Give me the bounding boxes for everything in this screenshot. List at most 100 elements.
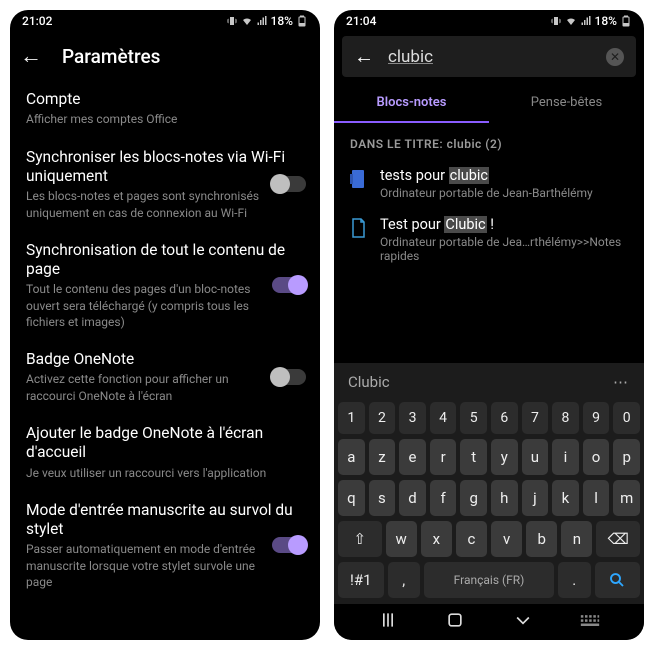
status-time: 21:02 <box>22 14 52 28</box>
result-sub: Ordinateur portable de Jean-Barthélémy <box>380 186 593 200</box>
wifi-icon <box>565 15 577 27</box>
dot-key[interactable]: . <box>558 562 591 598</box>
wifi-icon <box>241 15 253 27</box>
key-f[interactable]: f <box>430 480 457 516</box>
phone-settings: 21:02 18% ← Paramètres Compte Afficher m… <box>10 10 320 640</box>
back-icon[interactable]: ← <box>354 44 374 69</box>
setting-row[interactable]: Aide et support Obtenir de l'aide sur l'… <box>26 600 304 604</box>
vibrate-icon <box>550 15 562 27</box>
page-title: Paramètres <box>62 45 160 68</box>
key-4[interactable]: 4 <box>430 402 457 434</box>
setting-row[interactable]: Synchronisation de tout le contenu de pa… <box>26 231 304 340</box>
key-j[interactable]: j <box>522 480 549 516</box>
nav-bar <box>334 604 644 640</box>
key-u[interactable]: u <box>522 439 549 475</box>
key-7[interactable]: 7 <box>522 402 549 434</box>
toggle-switch[interactable] <box>272 537 306 553</box>
result-sub: Ordinateur portable de Jea…rthélémy>>Not… <box>380 235 628 263</box>
setting-title: Ajouter le badge OneNote à l'écran d'acc… <box>26 424 304 463</box>
back-icon[interactable]: ← <box>20 43 42 69</box>
setting-row[interactable]: Ajouter le badge OneNote à l'écran d'acc… <box>26 414 304 491</box>
setting-sub: Passer automatiquement en mode d'entrée … <box>26 541 271 590</box>
key-d[interactable]: d <box>399 480 426 516</box>
key-o[interactable]: o <box>583 439 610 475</box>
key-6[interactable]: 6 <box>491 402 518 434</box>
key-x[interactable]: x <box>421 521 452 557</box>
key-p[interactable]: p <box>613 439 640 475</box>
key-e[interactable]: e <box>399 439 426 475</box>
phone-search: 21:04 18% ← clubic ✕ Blocs-notes Pense-b… <box>334 10 644 640</box>
setting-sub: Activez cette fonction pour afficher un … <box>26 371 271 403</box>
key-8[interactable]: 8 <box>552 402 579 434</box>
setting-row[interactable]: Mode d'entrée manuscrite au survol du st… <box>26 491 304 600</box>
key-5[interactable]: 5 <box>460 402 487 434</box>
key-w[interactable]: w <box>386 521 417 557</box>
key-i[interactable]: i <box>552 439 579 475</box>
key-l[interactable]: l <box>583 480 610 516</box>
setting-title: Synchroniser les blocs-notes via Wi-Fi u… <box>26 148 304 187</box>
recents-button[interactable] <box>378 610 398 634</box>
nav-bar <box>10 604 320 640</box>
clear-icon[interactable]: ✕ <box>606 48 624 66</box>
space-key[interactable]: Français (FR) <box>424 562 554 598</box>
key-g[interactable]: g <box>460 480 487 516</box>
key-k[interactable]: k <box>552 480 579 516</box>
toggle-switch[interactable] <box>272 369 306 385</box>
key-n[interactable]: n <box>561 521 592 557</box>
kbd-more-icon[interactable]: ⋯ <box>613 373 630 391</box>
setting-sub: Tout le contenu des pages d'un bloc-note… <box>26 281 271 330</box>
tab-notebooks[interactable]: Blocs-notes <box>334 83 489 123</box>
key-s[interactable]: s <box>369 480 396 516</box>
symbols-key[interactable]: !#1 <box>338 562 384 598</box>
search-bar[interactable]: ← clubic ✕ <box>342 36 636 77</box>
keyboard[interactable]: Clubic ⋯ 1234567890 azertyuiop qsdfghjkl… <box>334 363 644 604</box>
key-r[interactable]: r <box>430 439 457 475</box>
header: ← Paramètres <box>10 32 320 80</box>
battery-icon <box>296 15 308 27</box>
key-y[interactable]: y <box>491 439 518 475</box>
status-time: 21:04 <box>346 14 376 28</box>
signal-icon <box>256 15 268 27</box>
search-result[interactable]: tests pour clubic Ordinateur portable de… <box>334 159 644 208</box>
setting-sub: Les blocs-notes et pages sont synchronis… <box>26 188 271 220</box>
kbd-suggestion[interactable]: Clubic <box>348 373 390 391</box>
setting-title: Synchronisation de tout le contenu de pa… <box>26 241 304 280</box>
backspace-key[interactable]: ⌫ <box>596 521 640 557</box>
key-q[interactable]: q <box>338 480 365 516</box>
tabs: Blocs-notes Pense-bêtes <box>334 83 644 123</box>
key-v[interactable]: v <box>491 521 522 557</box>
key-z[interactable]: z <box>369 439 396 475</box>
kbd-row-num: 1234567890 <box>338 402 640 434</box>
key-a[interactable]: a <box>338 439 365 475</box>
kbd-row-c: ⇧ wxcvbn ⌫ <box>338 521 640 557</box>
status-battery: 18% <box>595 14 617 28</box>
setting-title: Badge OneNote <box>26 350 304 369</box>
setting-row[interactable]: Synchroniser les blocs-notes via Wi-Fi u… <box>26 138 304 231</box>
keyboard-icon[interactable] <box>580 613 600 632</box>
key-h[interactable]: h <box>491 480 518 516</box>
key-b[interactable]: b <box>526 521 557 557</box>
search-result[interactable]: Test pour Clubic ! Ordinateur portable d… <box>334 208 644 271</box>
toggle-switch[interactable] <box>272 277 306 293</box>
vibrate-icon <box>226 15 238 27</box>
key-3[interactable]: 3 <box>399 402 426 434</box>
collapse-button[interactable] <box>513 610 533 634</box>
home-button[interactable] <box>445 610 465 634</box>
tab-sticky[interactable]: Pense-bêtes <box>489 83 644 123</box>
settings-list[interactable]: Compte Afficher mes comptes Office Synch… <box>10 80 320 604</box>
key-2[interactable]: 2 <box>369 402 396 434</box>
search-input[interactable]: clubic <box>388 47 592 67</box>
search-key[interactable] <box>595 562 641 598</box>
key-m[interactable]: m <box>613 480 640 516</box>
setting-row[interactable]: Badge OneNote Activez cette fonction pou… <box>26 340 304 414</box>
comma-key[interactable]: , <box>388 562 421 598</box>
toggle-switch[interactable] <box>272 176 306 192</box>
key-c[interactable]: c <box>456 521 487 557</box>
key-0[interactable]: 0 <box>613 402 640 434</box>
key-1[interactable]: 1 <box>338 402 365 434</box>
key-9[interactable]: 9 <box>583 402 610 434</box>
shift-key[interactable]: ⇧ <box>338 521 382 557</box>
setting-row[interactable]: Compte Afficher mes comptes Office <box>26 80 304 138</box>
battery-icon <box>620 15 632 27</box>
key-t[interactable]: t <box>460 439 487 475</box>
